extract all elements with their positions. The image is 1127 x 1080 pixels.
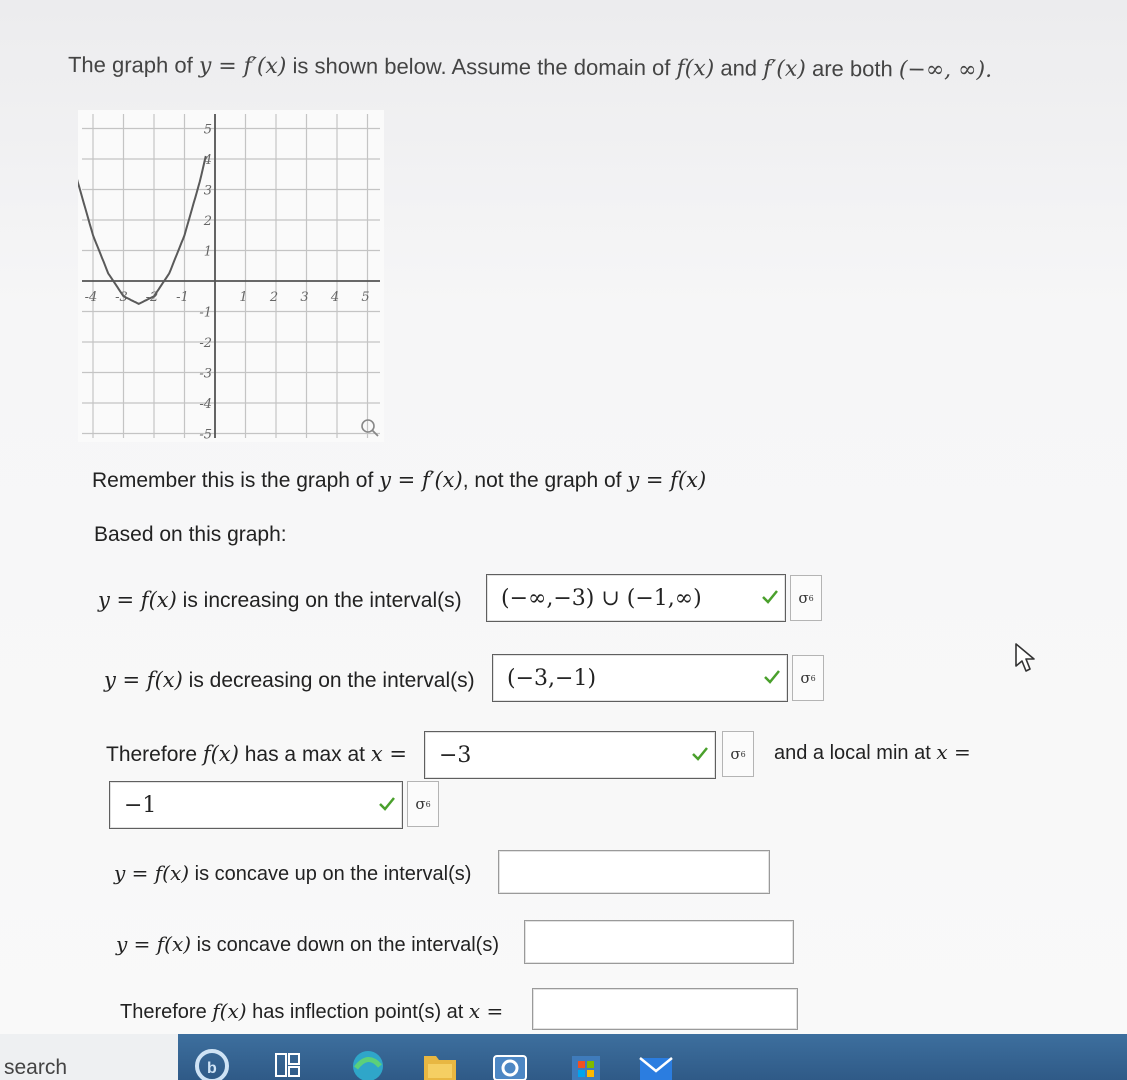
y-tick-label: -2	[199, 336, 212, 351]
increasing-input[interactable]: (−∞,−3) ∪ (−1,∞)	[486, 574, 786, 622]
mail-app-icon[interactable]	[636, 1046, 676, 1080]
y-tick-label: 5	[204, 123, 212, 138]
max-input[interactable]: −3	[424, 731, 716, 779]
based-on-text: Based on this graph:	[94, 523, 287, 546]
x-tick-label: -1	[176, 290, 189, 305]
min-input[interactable]: −1	[109, 781, 403, 829]
y-tick-label: 2	[203, 214, 212, 229]
x-tick-label: 3	[300, 290, 308, 305]
concave-down-label: y = f(x) is concave down on the interval…	[116, 932, 499, 956]
concave-up-label: y = f(x) is concave up on the interval(s…	[114, 861, 472, 885]
math-keyboard-button[interactable]: σ6	[722, 731, 754, 777]
edge-browser-icon[interactable]	[348, 1046, 388, 1080]
browser-content: The graph of y = f′(x) is shown below. A…	[0, 0, 1127, 1034]
y-tick-label: 1	[204, 245, 212, 260]
math-keyboard-button[interactable]: σ6	[792, 655, 824, 701]
task-view-icon[interactable]	[270, 1046, 304, 1080]
check-icon	[692, 747, 708, 761]
x-tick-label: 4	[330, 290, 339, 305]
store-app-icon[interactable]	[566, 1046, 606, 1080]
max-label: Therefore f(x) has a max at x =	[106, 742, 407, 766]
decreasing-value: (−3,−1)	[507, 665, 597, 691]
decreasing-label: y = f(x) is decreasing on the interval(s…	[104, 668, 475, 692]
concave-down-input[interactable]	[524, 920, 794, 964]
check-icon	[764, 670, 780, 684]
math-keyboard-button[interactable]: σ6	[407, 781, 439, 827]
y-tick-label: -1	[199, 306, 212, 321]
reminder-text: Remember this is the graph of y = f′(x),…	[92, 468, 707, 492]
x-tick-label: 5	[361, 290, 369, 305]
increasing-label: y = f(x) is increasing on the interval(s…	[98, 588, 462, 612]
min-label: and a local min at x =	[774, 740, 971, 764]
y-tick-label: -3	[199, 367, 212, 382]
x-tick-label: -4	[85, 290, 98, 305]
max-value: −3	[439, 742, 472, 768]
mouse-cursor-icon	[1015, 643, 1035, 672]
inflection-input[interactable]	[532, 988, 798, 1030]
min-value: −1	[124, 792, 157, 818]
derivative-graph: -5-4-3-2-11234554321-1-2-3-4-5	[78, 110, 384, 442]
x-tick-label: 2	[269, 290, 278, 305]
math-keyboard-button[interactable]: σ6	[790, 575, 822, 621]
increasing-value: (−∞,−3) ∪ (−1,∞)	[501, 585, 702, 611]
x-tick-label: 1	[239, 290, 247, 305]
camera-app-icon[interactable]	[490, 1046, 530, 1080]
cortana-icon[interactable]: b	[192, 1046, 232, 1080]
decreasing-input[interactable]: (−3,−1)	[492, 654, 788, 702]
y-tick-label: -5	[199, 428, 212, 443]
svg-text:b: b	[207, 1060, 217, 1077]
y-tick-label: 3	[204, 184, 212, 199]
inflection-label: Therefore f(x) has inflection point(s) a…	[120, 999, 504, 1023]
file-explorer-icon[interactable]	[420, 1046, 460, 1080]
question-text: The graph of y = f′(x) is shown below. A…	[67, 52, 993, 83]
y-tick-label: -4	[199, 397, 212, 412]
check-icon	[379, 797, 395, 811]
concave-up-input[interactable]	[498, 850, 770, 894]
check-icon	[762, 590, 778, 604]
taskbar-search-box[interactable]: search	[0, 1034, 178, 1080]
